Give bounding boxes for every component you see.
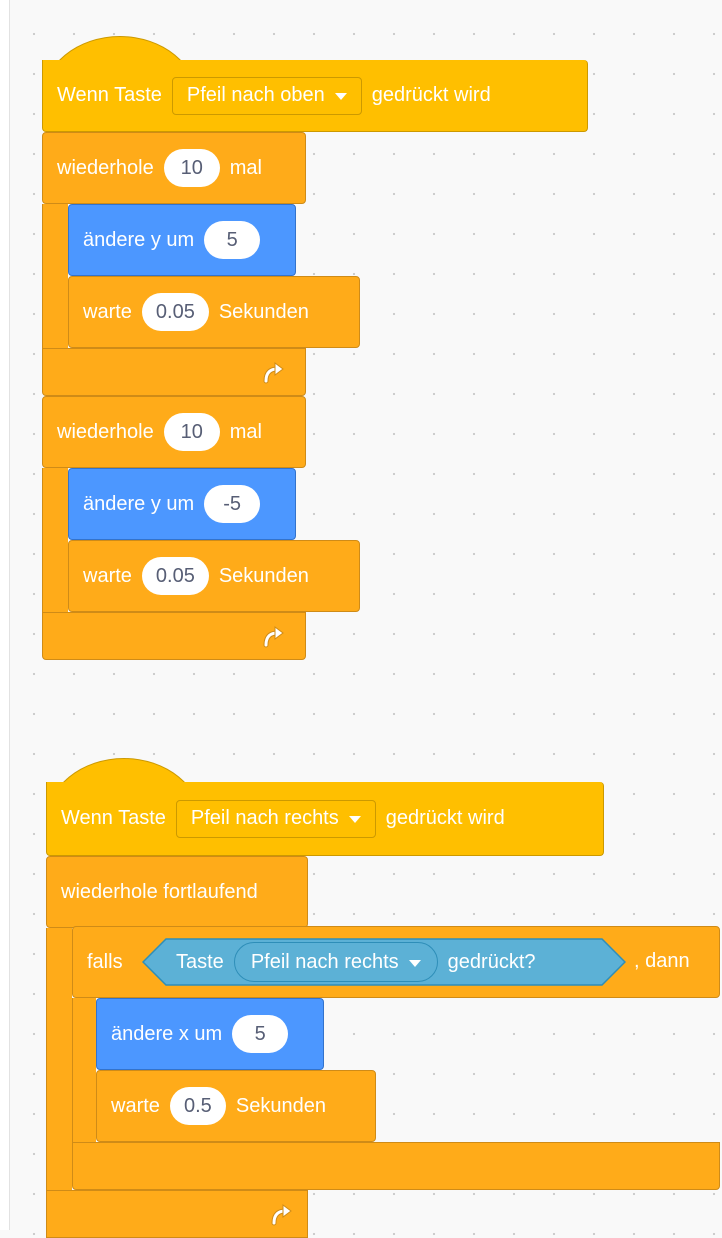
forever-label: wiederhole fortlaufend <box>61 880 258 903</box>
repeat-arm <box>42 468 68 612</box>
caret-down-icon <box>348 816 361 823</box>
change-y-block[interactable]: ändere y um 5 <box>68 204 296 276</box>
wait-block[interactable]: warte 0.05 Sekunden <box>68 540 360 612</box>
hat-prefix: Wenn Taste <box>57 84 162 106</box>
caret-down-icon <box>334 93 347 100</box>
if-label: falls <box>87 950 123 973</box>
hat-prefix: Wenn Taste <box>61 807 166 829</box>
forever-foot <box>46 1190 308 1238</box>
change-y-label: ändere y um <box>83 492 195 515</box>
repeat-count-input[interactable]: 10 <box>163 413 220 451</box>
repeat-label: wiederhole <box>57 156 154 179</box>
change-x-block[interactable]: ändere x um 5 <box>96 998 324 1070</box>
hat-suffix: gedrückt wird <box>371 84 491 106</box>
loop-arrow-icon <box>263 362 284 384</box>
key-dropdown-label: Pfeil nach rechts <box>190 807 339 829</box>
when-key-pressed-block[interactable]: Wenn Taste Pfeil nach rechts gedrückt wi… <box>46 782 604 856</box>
sensor-key-dropdown[interactable]: Pfeil nach rechts <box>233 942 438 982</box>
forever-block[interactable]: wiederhole fortlaufend <box>46 856 308 928</box>
if-foot <box>72 1142 720 1190</box>
caret-down-icon <box>408 959 421 967</box>
wait-block[interactable]: warte 0.5 Sekunden <box>96 1070 376 1142</box>
change-y-label: ändere y um <box>83 228 195 251</box>
wait-block[interactable]: warte 0.05 Sekunden <box>68 276 360 348</box>
hat-suffix: gedrückt wird <box>385 807 505 829</box>
key-dropdown[interactable]: Pfeil nach oben <box>171 76 362 115</box>
repeat-arm <box>42 204 68 348</box>
wait-label: warte <box>111 1094 160 1117</box>
sensor-prefix: Taste <box>176 950 224 973</box>
repeat-block[interactable]: wiederhole 10 mal <box>42 396 306 468</box>
wait-label: warte <box>83 564 132 587</box>
repeat-count-input[interactable]: 10 <box>163 149 220 187</box>
loop-arrow-icon <box>263 626 284 648</box>
if-arm <box>72 998 96 1142</box>
repeat-foot <box>42 612 306 660</box>
key-dropdown[interactable]: Pfeil nach rechts <box>175 799 376 838</box>
change-x-input[interactable]: 5 <box>232 1015 289 1053</box>
wait-input[interactable]: 0.05 <box>141 557 209 595</box>
wait-unit: Sekunden <box>218 300 309 323</box>
repeat-block[interactable]: wiederhole 10 mal <box>42 132 306 204</box>
wait-input[interactable]: 0.05 <box>141 293 209 331</box>
sensor-suffix: gedrückt? <box>447 950 536 973</box>
change-x-label: ändere x um <box>111 1022 223 1045</box>
wait-unit: Sekunden <box>235 1094 326 1117</box>
change-y-input[interactable]: 5 <box>204 221 261 259</box>
repeat-unit: mal <box>229 156 262 179</box>
wait-label: warte <box>83 300 132 323</box>
when-key-pressed-block[interactable]: Wenn Taste Pfeil nach oben gedrückt wird <box>42 60 588 132</box>
wait-unit: Sekunden <box>218 564 309 587</box>
if-then-label: , dann <box>634 950 690 972</box>
loop-arrow-icon <box>271 1204 292 1226</box>
repeat-unit: mal <box>229 420 262 443</box>
sensor-key-label: Pfeil nach rechts <box>250 950 399 973</box>
repeat-label: wiederhole <box>57 420 154 443</box>
key-dropdown-label: Pfeil nach oben <box>186 84 325 106</box>
repeat-foot <box>42 348 306 396</box>
key-pressed-sensor[interactable]: Taste Pfeil nach rechts gedrückt? <box>142 938 626 986</box>
forever-arm <box>46 928 72 1230</box>
change-y-block[interactable]: ändere y um -5 <box>68 468 296 540</box>
wait-input[interactable]: 0.5 <box>169 1087 226 1125</box>
change-y-input[interactable]: -5 <box>204 485 261 523</box>
workspace-edge <box>0 0 10 1230</box>
